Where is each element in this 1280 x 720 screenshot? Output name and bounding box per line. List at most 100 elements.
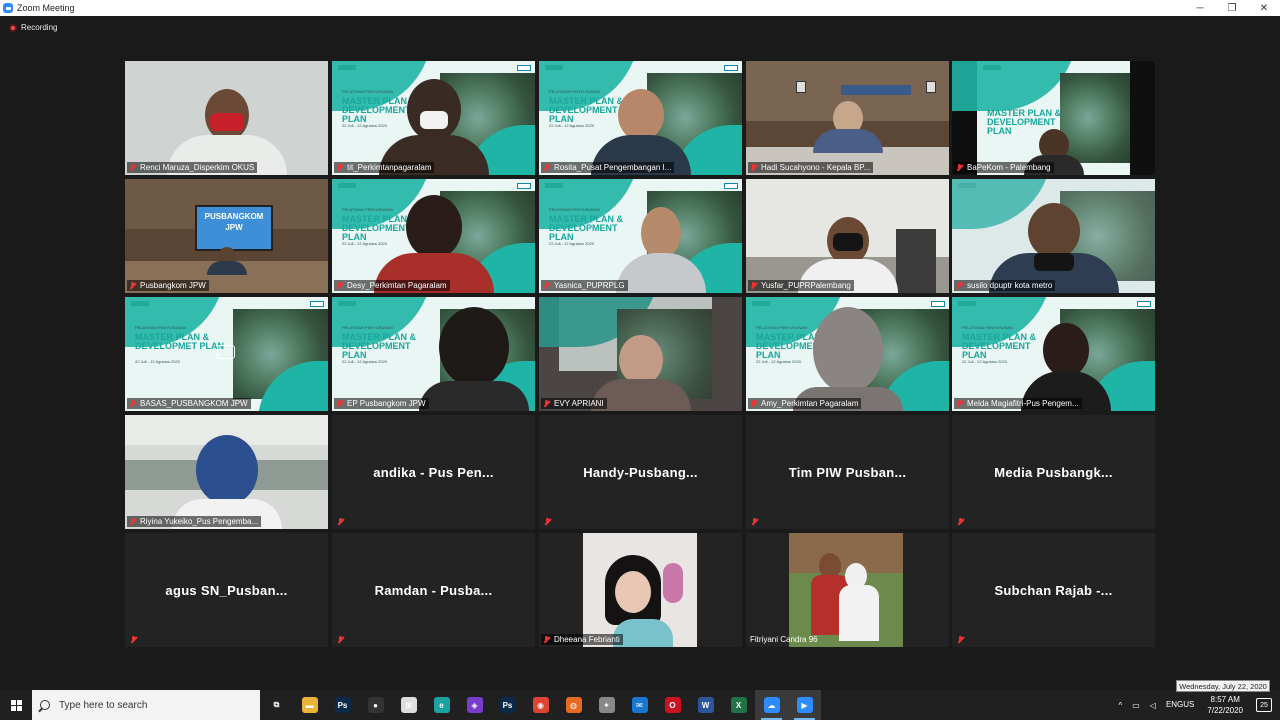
taskbar-app-firefox[interactable]: ◍ [557,690,590,720]
participant-video [615,207,706,293]
video-tile[interactable]: Dheeana Febrianti [539,533,742,647]
video-tile[interactable]: PELATIHAN PENYUSUNAN MASTER PLAN & DEVEL… [125,297,328,411]
video-tile[interactable]: PELATIHAN PENYUSUNAN MASTER PLAN & DEVEL… [952,297,1155,411]
participant-name: agus SN_Pusban... [165,582,288,598]
participant-nameplate: Rosita_Pusat Pengembangan I... [541,162,675,173]
recording-indicator[interactable]: Recording [9,23,57,32]
notification-icon: 25 [1256,698,1272,712]
start-button[interactable] [0,690,32,720]
taskbar-app-obs[interactable]: ● [359,690,392,720]
video-tile[interactable]: agus SN_Pusban... [125,533,328,647]
obs-icon: ● [367,697,384,713]
mic-muted-icon [957,636,964,644]
minimize-button[interactable]: ─ [1184,0,1216,16]
taskbar-app-app-colorful[interactable]: ◈ [458,690,491,720]
cloud-app-icon: ☁ [763,697,780,713]
taskbar-app-excel[interactable]: X [722,690,755,720]
taskbar-app-file-explorer[interactable]: ▬ [293,690,326,720]
video-tile[interactable]: susilo dpuptr kota metro [952,179,1155,293]
video-tile[interactable]: PELATIHAN PENYUSUNAN MASTER PLAN & DEVEL… [332,61,535,175]
recording-label: Recording [21,23,58,32]
video-tile[interactable]: Hadi Sucahyono - Kepala BP... [746,61,949,175]
participant-nameplate: Melda Magiafitri-Pus Pengem... [954,398,1082,409]
participant-nameplate: Yusfar_PUPRPalembang [748,280,854,291]
taskbar-app-edge[interactable]: e [425,690,458,720]
taskbar-app-photoshop-2[interactable]: Ps [491,690,524,720]
video-tile[interactable]: Handy-Pusbang... [539,415,742,529]
video-tile[interactable]: Fitriyani Candra 96 [746,533,949,647]
show-hidden-icons-button[interactable]: ^ [1113,701,1127,710]
task-view-icon: ⧉ [268,697,285,713]
participant-nameplate: Desy_Perkimtan Pagaralam [334,280,450,291]
video-tile[interactable]: Ramdan - Pusba... [332,533,535,647]
video-tile[interactable]: Tim PIW Pusban... [746,415,949,529]
taskbar-app-photoshop[interactable]: Ps [326,690,359,720]
video-tile[interactable]: PUSBANGKOM JPW Pusbangkom JPW [125,179,328,293]
network-icon[interactable]: ▭ [1127,701,1145,710]
participant-video [206,247,247,275]
taskbar-app-app-bird[interactable]: ✦ [590,690,623,720]
face-mask [209,113,244,131]
window-titlebar: Zoom Meeting ─ ❐ ✕ [0,0,1280,16]
slide-subtitle: PELATIHAN PENYUSUNAN [549,207,600,212]
participant-nameplate: EVY APRIANI [541,398,607,409]
slide-dates: 22 Juli - 12 Agustus 2020 [549,123,594,128]
taskbar-app-word[interactable]: W [689,690,722,720]
video-tile[interactable]: Renci Maruza_Disperkim OKUS [125,61,328,175]
mail-icon: ✉ [631,697,648,713]
recording-icon [9,23,17,32]
slide-dates: 22 Juli - 12 Agustus 2020 [342,359,387,364]
video-tile[interactable]: Subchan Rajab -... [952,533,1155,647]
mic-muted-icon [956,163,963,172]
taskbar-app-task-view[interactable]: ⧉ [260,690,293,720]
taskbar-app-cloud-app[interactable]: ☁ [755,690,788,720]
video-tile[interactable]: andika - Pus Pen... [332,415,535,529]
mic-muted-icon [544,518,551,526]
participant-name: Fitriyani Candra 96 [750,635,818,644]
language-code: ENG [1165,700,1184,709]
close-button[interactable]: ✕ [1248,0,1280,16]
banner-screen: PUSBANGKOM JPW [195,205,273,251]
slide-subtitle: PELATIHAN PENYUSUNAN [962,325,1013,330]
participant-nameplate: Yasnica_PUPRPLG [541,280,628,291]
video-tile[interactable]: PELATIHAN PENYUSUNAN MASTER PLAN & DEVEL… [539,179,742,293]
taskbar-app-store[interactable]: ⊞ [392,690,425,720]
participant-video [171,435,282,529]
video-tile[interactable]: PELATIHAN PENYUSUNAN MASTER PLAN & DEVEL… [746,297,949,411]
zoom-icon: ▶ [796,697,813,713]
profile-photo [789,533,903,647]
video-tile[interactable]: PELATIHAN PENYUSUNAN MASTER PLAN & DEVEL… [539,61,742,175]
participant-nameplate: Dheeana Febrianti [541,634,623,645]
mic-muted-icon [750,281,757,290]
video-tile[interactable]: PELATIHAN PENYUSUNAN MASTER PLAN & DEVEL… [332,297,535,411]
video-tile[interactable]: EVY APRIANI [539,297,742,411]
participant-name: Yasnica_PUPRPLG [554,281,625,290]
participant-name: tit_Perkimtanpagaralam [347,163,432,172]
video-tile[interactable]: Yusfar_PUPRPalembang [746,179,949,293]
window-title: Zoom Meeting [17,3,75,13]
maximize-button[interactable]: ❐ [1216,0,1248,16]
language-indicator[interactable]: ENG US [1161,700,1199,710]
participant-video [373,195,494,293]
mic-muted-icon [543,635,550,644]
taskbar-app-chrome[interactable]: ◉ [524,690,557,720]
action-center-button[interactable]: 25 [1251,698,1280,712]
participant-name: Media Pusbangk... [994,464,1113,480]
mic-muted-icon [129,281,136,290]
video-tile[interactable]: MASTER PLAN & DEVELOPMENT PLAN BaPeKom -… [952,61,1155,175]
taskbar-search-box[interactable]: Type here to search [32,690,260,720]
video-tile[interactable]: PELATIHAN PENYUSUNAN MASTER PLAN & DEVEL… [332,179,535,293]
video-tile[interactable]: Media Pusbangk... [952,415,1155,529]
video-tile[interactable]: Riyina Yukeiko_Pus Pengemba... [125,415,328,529]
photoshop-2-icon: Ps [499,697,516,713]
volume-icon[interactable]: ◁ [1145,701,1161,710]
taskbar-clock[interactable]: 8:57 AM 7/22/2020 [1199,694,1251,716]
participant-nameplate: tit_Perkimtanpagaralam [334,162,435,173]
taskbar-app-mail[interactable]: ✉ [623,690,656,720]
zoom-logo-icon [3,3,13,13]
taskbar-app-zoom[interactable]: ▶ [788,690,821,720]
mic-muted-icon [129,163,136,172]
slide-subtitle: PELATIHAN PENYUSUNAN [135,325,186,330]
taskbar-app-opera[interactable]: O [656,690,689,720]
participant-name: Riyina Yukeiko_Pus Pengemba... [140,517,259,526]
